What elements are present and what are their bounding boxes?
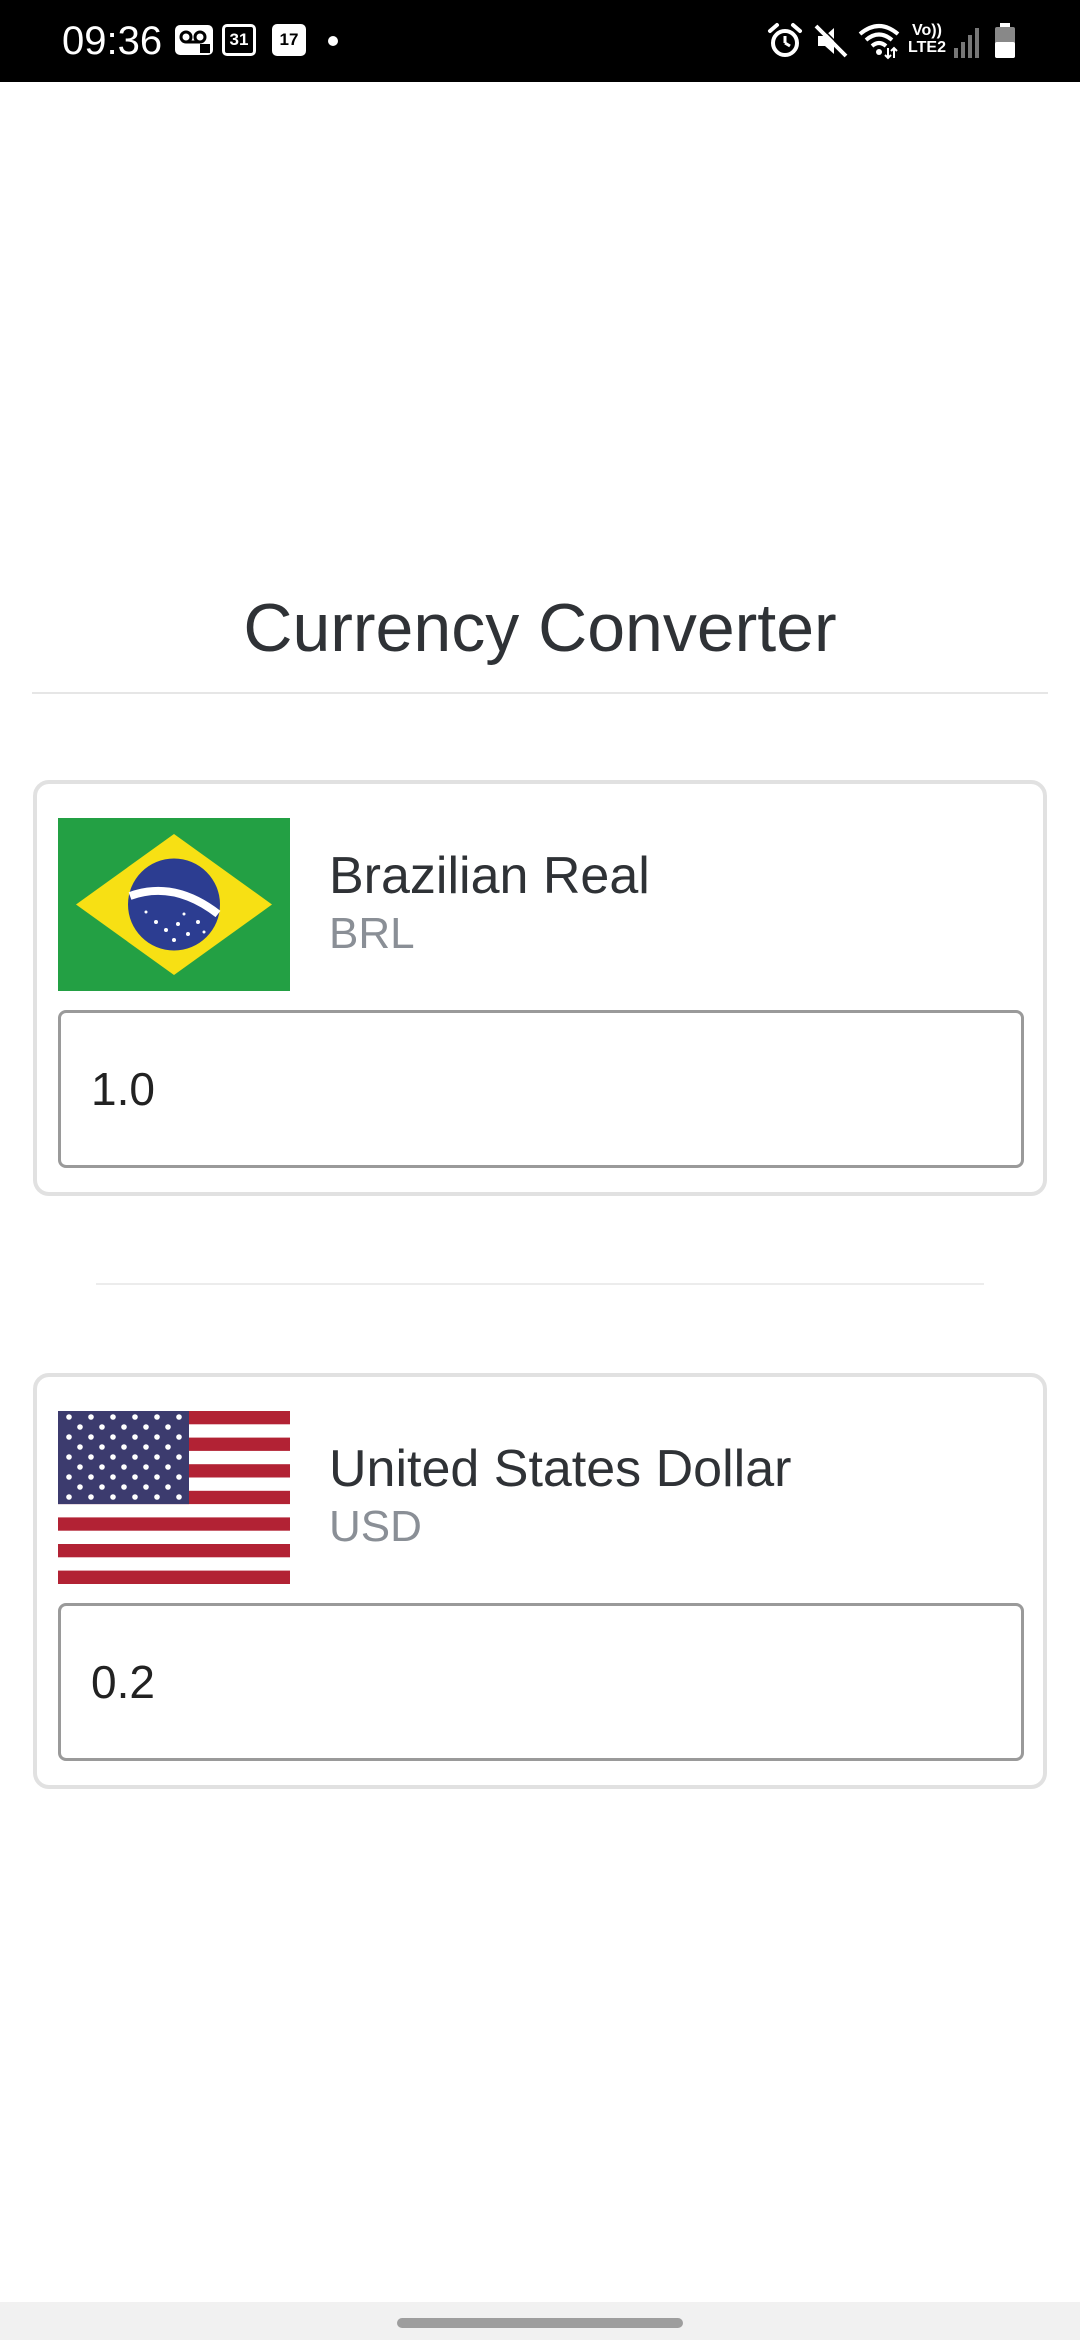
flag-star <box>121 1464 127 1470</box>
flag-star <box>77 1484 83 1490</box>
flag-star <box>154 1474 160 1480</box>
flag-star <box>154 1414 160 1420</box>
mute-icon <box>812 22 850 58</box>
flag-star <box>121 1484 127 1490</box>
flag-star <box>176 1434 182 1440</box>
wifi-icon <box>858 22 900 60</box>
page-title: Currency Converter <box>243 590 837 666</box>
flag-star <box>165 1464 171 1470</box>
flag-star <box>66 1494 72 1500</box>
flag-star <box>88 1494 94 1500</box>
flag-star <box>176 1474 182 1480</box>
flag-star <box>77 1424 83 1430</box>
status-bar: 09:36 31 17 Vo)) LTE2 <box>0 0 1080 82</box>
flag-star <box>88 1414 94 1420</box>
app-screen: 09:36 31 17 Vo)) LTE2 Currency Converter… <box>0 0 1080 2340</box>
flag-star <box>143 1464 149 1470</box>
flag-star <box>110 1474 116 1480</box>
flag-star <box>132 1414 138 1420</box>
flag-star <box>154 1434 160 1440</box>
status-time: 09:36 <box>62 19 163 63</box>
currency-code: BRL <box>329 909 415 958</box>
usa-flag-icon[interactable] <box>58 1411 290 1584</box>
flag-star <box>132 1434 138 1440</box>
flag-star <box>66 1474 72 1480</box>
flag-star <box>66 1414 72 1420</box>
to-amount-input[interactable] <box>58 1603 1024 1761</box>
flag-star <box>165 1424 171 1430</box>
flag-star <box>121 1444 127 1450</box>
flag-star <box>110 1454 116 1460</box>
flag-star <box>176 1414 182 1420</box>
flag-star <box>143 1484 149 1490</box>
network-type-label: Vo)) LTE2 <box>904 22 950 56</box>
title-divider <box>32 692 1048 694</box>
currency-name: Brazilian Real <box>329 847 650 905</box>
voicemail-icon <box>174 22 214 58</box>
flag-star <box>165 1444 171 1450</box>
flag-star <box>66 1434 72 1440</box>
flag-star <box>88 1434 94 1440</box>
flag-star <box>88 1454 94 1460</box>
alarm-icon <box>766 22 804 58</box>
from-currency-card: Brazilian Real BRL <box>33 780 1047 1196</box>
flag-star <box>143 1444 149 1450</box>
flag-star <box>132 1454 138 1460</box>
battery-icon <box>992 22 1018 58</box>
flag-star <box>99 1484 105 1490</box>
flag-star <box>77 1464 83 1470</box>
calendar-icon: 17 <box>272 24 306 56</box>
flag-star <box>143 1424 149 1430</box>
flag-star <box>99 1424 105 1430</box>
lte-label: LTE2 <box>908 39 946 56</box>
signal-icon <box>952 22 982 58</box>
flag-star <box>99 1464 105 1470</box>
flag-star <box>154 1454 160 1460</box>
flag-star <box>110 1494 116 1500</box>
flag-star <box>176 1454 182 1460</box>
section-divider <box>96 1283 984 1285</box>
calendar-icon: 31 <box>222 24 256 56</box>
flag-star <box>88 1474 94 1480</box>
home-gesture-handle[interactable] <box>397 2318 683 2328</box>
flag-star <box>77 1444 83 1450</box>
flag-star <box>132 1474 138 1480</box>
notification-dot-icon <box>328 36 338 46</box>
flag-star <box>110 1414 116 1420</box>
flag-star <box>132 1494 138 1500</box>
navigation-bar <box>0 2302 1080 2340</box>
flag-star <box>121 1424 127 1430</box>
brazil-flag-icon[interactable] <box>58 818 290 991</box>
flag-star <box>154 1494 160 1500</box>
flag-star <box>110 1434 116 1440</box>
from-amount-input[interactable] <box>58 1010 1024 1168</box>
flag-star <box>176 1494 182 1500</box>
flag-star <box>165 1484 171 1490</box>
flag-star <box>99 1444 105 1450</box>
volte-label: Vo)) <box>912 22 942 39</box>
to-currency-card: United States Dollar USD <box>33 1373 1047 1789</box>
currency-code: USD <box>329 1502 422 1551</box>
flag-star <box>66 1454 72 1460</box>
currency-name: United States Dollar <box>329 1440 792 1498</box>
